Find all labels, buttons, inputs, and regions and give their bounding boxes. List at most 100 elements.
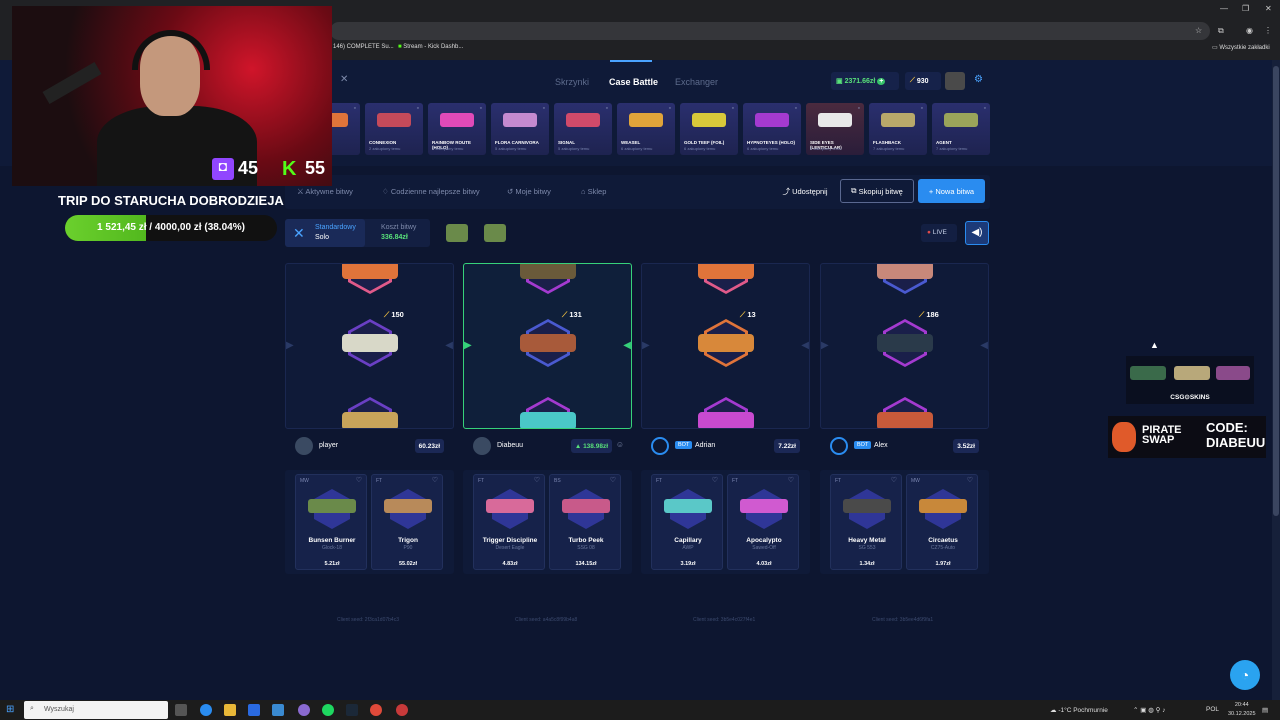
case-card[interactable]: ▫ FLORA CARNIVORA 5 zakupiony temu — [491, 103, 549, 155]
remove-case-icon[interactable]: ▫ — [354, 105, 356, 112]
store-icon[interactable] — [272, 704, 284, 716]
remove-case-icon[interactable]: ▫ — [984, 105, 986, 112]
subnav-active-battles[interactable]: ⚔ Aktywne bitwy — [297, 187, 353, 196]
spotify-icon[interactable] — [322, 704, 334, 716]
case-card[interactable]: ▫ CONNEXION 2 zakupiony temu — [365, 103, 423, 155]
case-card[interactable]: ▫ GOLD TEEF (FOIL) 6 zakupiony temu — [680, 103, 738, 155]
outlook-icon[interactable] — [248, 704, 260, 716]
language-indicator[interactable]: POL — [1206, 706, 1219, 713]
taskbar-search[interactable]: ⌕ Wyszukaj — [24, 701, 168, 719]
case-thumbnail-2[interactable] — [484, 224, 506, 242]
remove-case-icon[interactable]: ▫ — [921, 105, 923, 112]
star-icon[interactable]: ☆ — [1195, 26, 1202, 35]
menu-icon[interactable]: ⋮ — [1264, 26, 1272, 35]
sound-icon[interactable]: ◀) — [965, 221, 989, 245]
nav-exchanger[interactable]: Exchanger — [675, 77, 718, 87]
case-thumbnail-1[interactable] — [446, 224, 468, 242]
remove-case-icon[interactable]: ▫ — [669, 105, 671, 112]
close-window-icon[interactable]: ✕ — [1265, 4, 1272, 13]
weather-widget[interactable]: ☁ -1°C Pochmurnie — [1050, 706, 1108, 714]
remove-case-icon[interactable]: ▫ — [795, 105, 797, 112]
tray-icons[interactable]: ⌃ ▣ ◍ ⚲ ♪ — [1133, 706, 1166, 714]
deposit-icon[interactable]: + — [877, 77, 886, 85]
remove-case-icon[interactable]: ▫ — [606, 105, 608, 112]
notification-icon[interactable]: ▤ — [1262, 706, 1268, 714]
tokens-value: 930 — [916, 77, 929, 85]
won-item-card[interactable]: FT ♡ Trigon P90 55.02zł — [371, 474, 443, 570]
bookmark-1[interactable]: 146) COMPLETE Su... — [333, 44, 394, 50]
address-bar[interactable] — [330, 22, 1210, 40]
item-weapon: SG 553 — [858, 545, 876, 551]
balance-pill[interactable]: ▣ 2371.66zł + — [831, 72, 899, 90]
favorite-icon[interactable]: ♡ — [610, 476, 616, 484]
case-card[interactable]: ▫ SIDE EYES (LENTICULAR) 6 zakupiony tem… — [806, 103, 864, 155]
bookmarks-folder[interactable]: ▭ Wszystkie zakładki — [1212, 44, 1270, 51]
token-icon: ⟋ — [562, 310, 568, 319]
windows-start-icon[interactable]: ⊞ — [6, 704, 14, 715]
case-card[interactable]: ▫ FLASHBACK 7 zakupiony temu — [869, 103, 927, 155]
nav-case-battle[interactable]: Case Battle — [609, 77, 658, 87]
won-item-card[interactable]: BS ♡ Turbo Peek SSG 08 134.15zł — [549, 474, 621, 570]
user-avatar[interactable] — [945, 72, 965, 90]
won-item-card[interactable]: FT ♡ Capillary AWP 3.19zł — [651, 474, 723, 570]
remove-case-icon[interactable]: ▫ — [858, 105, 860, 112]
chrome-icon[interactable] — [370, 704, 382, 716]
bookmark-2[interactable]: ■ Stream - Kick Dashb... — [398, 44, 463, 50]
remove-case-icon[interactable]: ▫ — [732, 105, 734, 112]
case-card[interactable]: ▫ WEASEL 6 zakupiony temu — [617, 103, 675, 155]
settings-gear-icon[interactable]: ⚙ — [974, 74, 983, 85]
copy-battle-button[interactable]: ⧉ Skopiuj bitwę — [840, 179, 914, 203]
clock[interactable]: 20:44 30.12.2025 — [1228, 701, 1256, 719]
case-card[interactable]: ▫ RAINBOW ROUTE (HOLO) 3 zakupiony temu — [428, 103, 486, 155]
new-battle-button[interactable]: + Nowa bitwa — [918, 179, 985, 203]
remove-case-icon[interactable]: ▫ — [480, 105, 482, 112]
item-image — [664, 499, 712, 513]
profile-icon[interactable]: ◉ — [1246, 26, 1253, 35]
page-scrollbar-thumb[interactable] — [1273, 66, 1279, 516]
tokens-pill[interactable]: ⟋ 930 — [905, 72, 941, 90]
favorite-icon[interactable]: ♡ — [712, 476, 718, 484]
favorite-icon[interactable]: ♡ — [534, 476, 540, 484]
won-item-card[interactable]: MW ♡ Circaetus CZ75-Auto 1.97zł — [906, 474, 978, 570]
share-button[interactable]: ⤴ Udostępnij — [775, 179, 835, 203]
restore-icon[interactable]: ❐ — [1242, 4, 1249, 13]
extensions-icon[interactable]: ⧉ — [1218, 26, 1224, 36]
item-condition: MW — [911, 478, 920, 484]
remove-case-icon[interactable]: ▫ — [543, 105, 545, 112]
goal-current: 1 521,45 zł — [97, 222, 147, 233]
favorite-icon[interactable]: ♡ — [356, 476, 362, 484]
swords-icon: ⚔ — [297, 187, 304, 196]
item-price: 1.34zł — [859, 561, 875, 567]
live-dot-icon: ● — [927, 229, 931, 236]
won-items: FT ♡ Capillary AWP 3.19zł FT ♡ Apocalypt… — [641, 470, 810, 574]
nav-skrzynki[interactable]: Skrzynki — [555, 77, 589, 87]
edge-icon[interactable] — [200, 704, 212, 716]
item-name: Apocalypto — [746, 537, 782, 544]
app-icon[interactable] — [396, 704, 408, 716]
obs-icon[interactable] — [298, 704, 310, 716]
won-item-card[interactable]: FT ♡ Trigger Discipline Desert Eagle 4.8… — [473, 474, 545, 570]
won-item-card[interactable]: MW ♡ Bunsen Burner Glock-18 5.21zł — [295, 474, 367, 570]
case-card[interactable]: ▫ HYPNOTEYES (HOLO) 6 zakupiony temu — [743, 103, 801, 155]
player-total: 3.52zł — [953, 439, 979, 453]
favorite-icon[interactable]: ♡ — [788, 476, 794, 484]
task-view-icon[interactable] — [175, 704, 187, 716]
minimize-icon[interactable]: — — [1220, 4, 1228, 13]
steam-icon[interactable] — [346, 704, 358, 716]
bookmarks-folder-label: Wszystkie zakładki — [1219, 45, 1270, 51]
favorite-icon[interactable]: ♡ — [967, 476, 973, 484]
subnav-daily-best[interactable]: ♢ Codzienne najlepsze bitwy — [382, 187, 480, 196]
close-icon[interactable]: ✕ — [340, 74, 348, 85]
case-card[interactable]: ▫ AGENT 7 zakupiony temu — [932, 103, 990, 155]
file-explorer-icon[interactable] — [224, 704, 236, 716]
subnav-shop[interactable]: ⌂ Sklep — [581, 187, 606, 196]
won-item-card[interactable]: FT ♡ Apocalypto Sawed-Off 4.03zł — [727, 474, 799, 570]
support-chat-icon[interactable]: ◔ — [1230, 660, 1260, 690]
subnav-my-battles[interactable]: ↺ Moje bitwy — [507, 187, 551, 196]
won-item-card[interactable]: FT ♡ Heavy Metal SG 553 1.34zł — [830, 474, 902, 570]
favorite-icon[interactable]: ♡ — [432, 476, 438, 484]
case-card[interactable]: ▫ SIGNAL 5 zakupiony temu — [554, 103, 612, 155]
favorite-icon[interactable]: ♡ — [891, 476, 897, 484]
remove-case-icon[interactable]: ▫ — [417, 105, 419, 112]
search-label: Wyszukaj — [44, 706, 74, 713]
